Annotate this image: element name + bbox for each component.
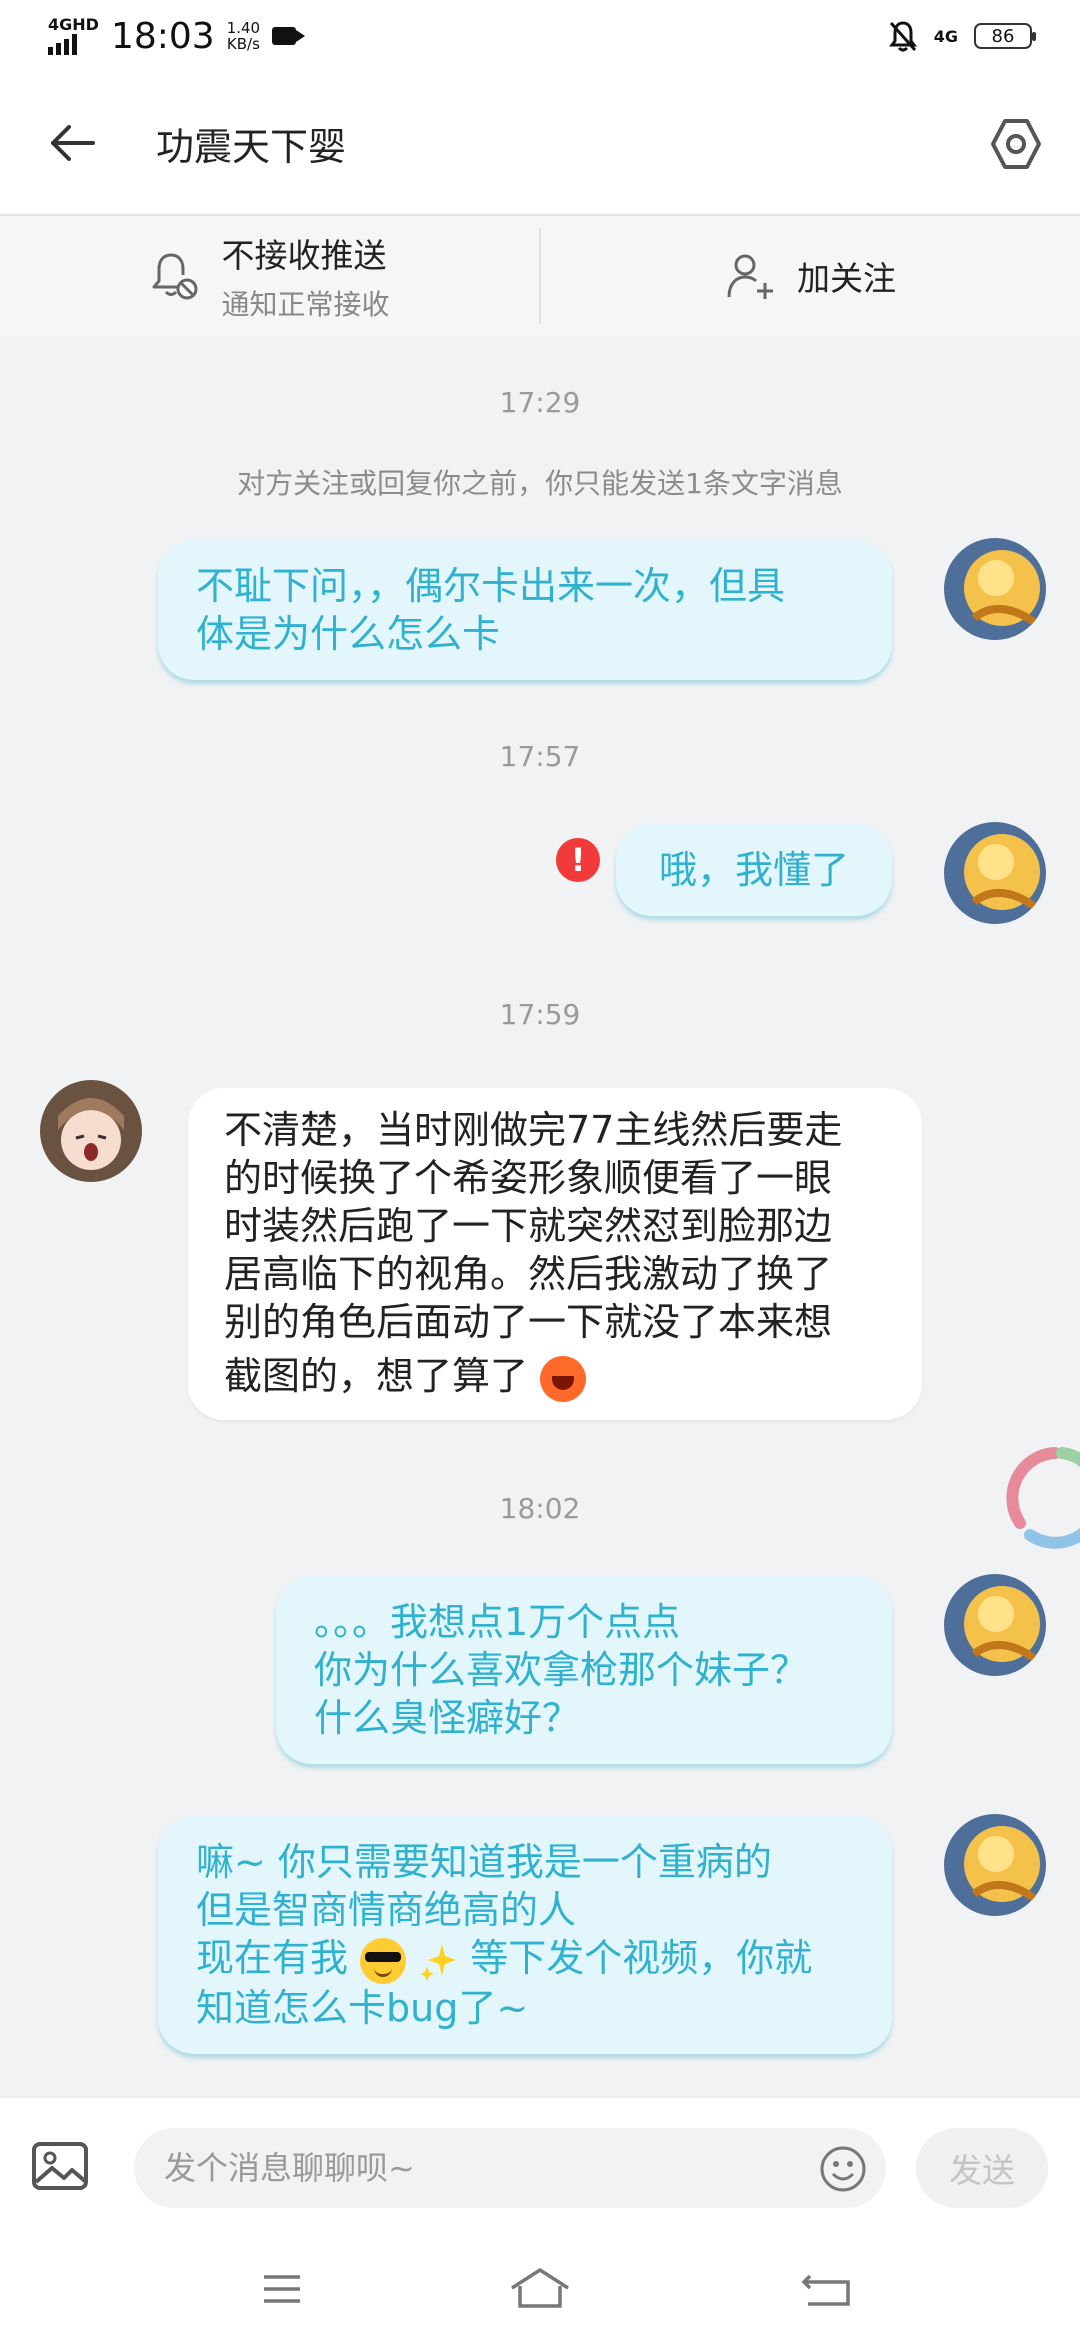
settings-button[interactable] bbox=[980, 108, 1052, 180]
bell-off-icon bbox=[888, 21, 917, 52]
bell-muted-icon bbox=[152, 253, 198, 300]
message-text-line: 居高临下的视角。然后我激动了换了 bbox=[224, 1252, 833, 1296]
return-icon[interactable] bbox=[796, 2262, 860, 2316]
message-text-line: 不耻下问，，偶尔卡出来一次，但具 bbox=[196, 564, 786, 608]
message-text-line: 的时候换了个希姿形象顺便看了一眼 bbox=[224, 1156, 833, 1200]
network-type-label: 4GHD bbox=[48, 15, 99, 34]
network-speed-unit: KB/s bbox=[226, 35, 260, 53]
status-bar: 4GHD 18:03 1.40 KB/s 4G 86 bbox=[0, 0, 1080, 72]
clock: 18:03 bbox=[110, 15, 215, 57]
contact-avatar[interactable] bbox=[40, 1080, 142, 1182]
mute-push-button[interactable]: 不接收推送 通知正常接收 bbox=[0, 216, 539, 336]
follow-button[interactable]: 加关注 bbox=[541, 216, 1080, 336]
floating-ball-icon[interactable] bbox=[1000, 1443, 1080, 1553]
message-text-line: 嘛~ 你只需要知道我是一个重病的 bbox=[196, 1840, 772, 1884]
sunglasses-emoji-icon bbox=[360, 1937, 407, 1984]
message-text-line: 别的角色后面动了一下就没了本来想 bbox=[224, 1300, 833, 1344]
my-message-bubble[interactable]: 不耻下问，，偶尔卡出来一次，但具 体是为什么怎么卡 bbox=[158, 540, 892, 680]
home-icon[interactable] bbox=[508, 2262, 572, 2316]
push-setting-sub: 通知正常接收 bbox=[221, 288, 390, 321]
emoji-face-icon[interactable] bbox=[818, 2144, 868, 2194]
system-notice: 对方关注或回复你之前，你只能发送1条文字消息 bbox=[237, 467, 843, 500]
signal-bars-icon bbox=[48, 33, 99, 55]
back-arrow-icon bbox=[51, 125, 95, 161]
message-text-line: 现在有我 bbox=[196, 1936, 349, 1980]
action-bar: 不接收推送 通知正常接收 加关注 bbox=[0, 216, 1080, 336]
message-text: 哦，我懂了 bbox=[658, 848, 849, 892]
my-avatar[interactable] bbox=[944, 1574, 1046, 1676]
message-text-line: 截图的，想了算了 bbox=[224, 1354, 529, 1398]
my-message-bubble[interactable]: 。。。我想点1万个点点 你为什么喜欢拿枪那个妹子？ 什么臭怪癖好？ bbox=[276, 1576, 892, 1764]
contact-message-bubble[interactable]: 不清楚，当时刚做完77主线然后要走 的时候换了个希姿形象顺便看了一眼 时装然后跑… bbox=[188, 1088, 922, 1420]
chat-area[interactable]: 17:29 对方关注或回复你之前，你只能发送1条文字消息 不耻下问，，偶尔卡出来… bbox=[0, 336, 1080, 2096]
message-input[interactable] bbox=[134, 2128, 886, 2208]
screen-record-icon bbox=[272, 27, 306, 45]
message-text-line: 不清楚，当时刚做完77主线然后要走 bbox=[224, 1108, 843, 1152]
timestamp: 17:29 bbox=[499, 386, 581, 419]
my-message-bubble[interactable]: 嘛~ 你只需要知道我是一个重病的 但是智商情商绝高的人 现在有我 等下发个视频，… bbox=[158, 1816, 892, 2054]
menu-icon[interactable] bbox=[250, 2262, 314, 2316]
network-speed-value: 1.40 bbox=[226, 19, 261, 37]
my-avatar[interactable] bbox=[944, 822, 1046, 924]
message-text-line: 你为什么喜欢拿枪那个妹子？ bbox=[314, 1648, 809, 1692]
timestamp: 18:02 bbox=[499, 1492, 581, 1525]
image-icon[interactable] bbox=[30, 2136, 90, 2196]
timestamp: 17:59 bbox=[499, 998, 581, 1031]
message-text-line: 等下发个视频，你就 bbox=[470, 1936, 813, 1980]
system-nav-bar bbox=[0, 2236, 1080, 2340]
send-error-icon[interactable]: ! bbox=[556, 838, 600, 882]
push-setting-label: 不接收推送 bbox=[221, 236, 387, 275]
my-avatar[interactable] bbox=[944, 1814, 1046, 1916]
mobile-data-label: 4G bbox=[933, 26, 958, 46]
message-text-line: 什么臭怪癖好？ bbox=[314, 1696, 581, 1740]
message-input-bar: 发送 bbox=[0, 2096, 1080, 2236]
sparkles-emoji-icon bbox=[420, 1943, 457, 1982]
message-text-line: 体是为什么怎么卡 bbox=[196, 612, 501, 656]
laughing-emoji-icon bbox=[540, 1355, 587, 1402]
my-message-bubble[interactable]: 哦，我懂了 bbox=[616, 824, 892, 916]
back-button[interactable] bbox=[36, 107, 108, 179]
page-title: 功震天下婴 bbox=[156, 124, 347, 169]
network-speed: 1.40 KB/s bbox=[227, 20, 260, 52]
send-button[interactable]: 发送 bbox=[916, 2128, 1048, 2208]
settings-hexagon-icon bbox=[991, 119, 1041, 169]
chat-header: 功震天下婴 bbox=[0, 72, 1080, 216]
message-text-line: 时装然后跑了一下就突然怼到脸那边 bbox=[224, 1204, 833, 1248]
message-text-line: 。。。我想点1万个点点 bbox=[314, 1600, 681, 1644]
my-avatar[interactable] bbox=[944, 538, 1046, 640]
add-user-icon bbox=[727, 254, 773, 299]
follow-label: 加关注 bbox=[797, 259, 896, 298]
message-text-line: 但是智商情商绝高的人 bbox=[196, 1888, 577, 1932]
signal-strength: 4GHD bbox=[48, 17, 99, 55]
timestamp: 17:57 bbox=[499, 740, 581, 773]
battery-indicator: 86 bbox=[974, 23, 1036, 49]
message-text-line: 知道怎么卡bug了~ bbox=[196, 1985, 529, 2030]
